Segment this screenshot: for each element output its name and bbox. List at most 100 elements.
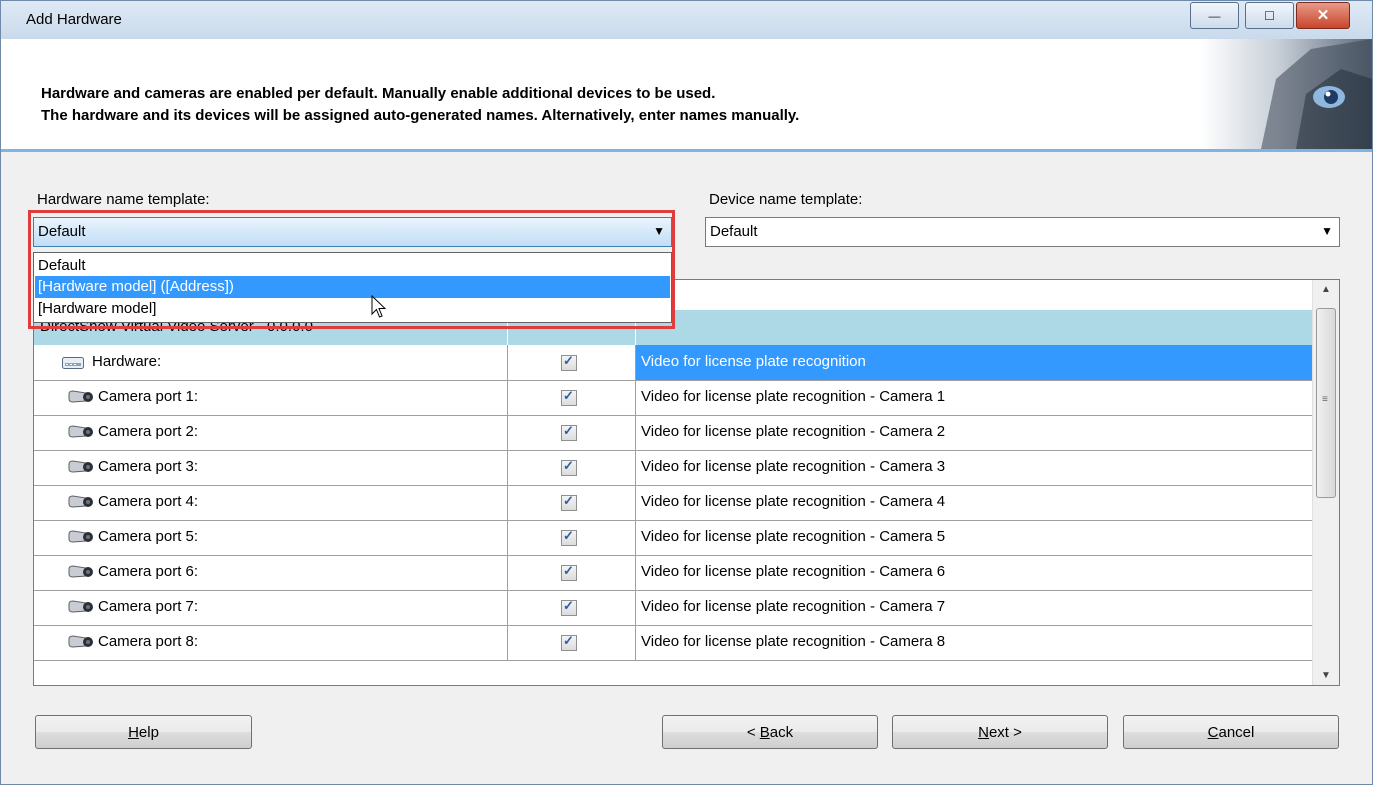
title-bar[interactable]: Add Hardware — ☐ ✕	[1, 1, 1372, 39]
dropdown-option-model[interactable]: [Hardware model]	[35, 298, 670, 320]
hardware-template-select[interactable]: Default ▼	[33, 217, 672, 247]
banner-divider	[1, 149, 1372, 152]
option-label: [Hardware model] ([Address])	[38, 278, 234, 295]
device-name: Video for license plate recognition - Ca…	[641, 458, 946, 475]
checkmark-icon: ✓	[563, 563, 574, 578]
add-hardware-window: Add Hardware — ☐ ✕ Hardware and cameras …	[0, 0, 1373, 785]
maximize-button[interactable]: ☐	[1245, 2, 1294, 29]
minimize-icon: —	[1208, 8, 1221, 23]
camera-icon	[68, 390, 94, 408]
device-name-cell[interactable]: Video for license plate recognition - Ca…	[636, 380, 1312, 415]
device-label-cell: Camera port 6:	[34, 555, 508, 590]
next-button-label: Next >	[978, 723, 1022, 741]
dropdown-arrow-icon: ▼	[653, 224, 665, 238]
dropdown-option-model-address[interactable]: [Hardware model] ([Address])	[35, 276, 670, 298]
device-template-label: Device name template:	[709, 191, 863, 208]
table-row[interactable]: Camera port 4: ✓ Video for license plate r…	[34, 485, 1312, 521]
device-template-select[interactable]: Default ▼	[705, 217, 1340, 247]
scroll-up-icon[interactable]: ▲	[1321, 284, 1331, 295]
close-button[interactable]: ✕	[1296, 2, 1350, 29]
checkmark-icon: ✓	[563, 423, 574, 438]
enabled-checkbox[interactable]: ✓	[561, 493, 577, 511]
device-label: Camera port 6:	[98, 563, 199, 580]
enabled-checkbox[interactable]: ✓	[561, 563, 577, 581]
device-name-cell[interactable]: Video for license plate recognition - Ca…	[636, 520, 1312, 555]
enabled-checkbox[interactable]: ✓	[561, 598, 577, 616]
table-row[interactable]: Hardware: ✓ Video for license plate recogn…	[34, 345, 1312, 381]
wolf-logo-image	[1201, 39, 1372, 149]
hardware-device-grid[interactable]: me DirectShow Virtual Video Server - 0.0…	[33, 279, 1340, 686]
enabled-checkbox[interactable]: ✓	[561, 528, 577, 546]
camera-icon	[68, 600, 94, 618]
dropdown-option-default[interactable]: Default	[35, 255, 670, 277]
banner-line-2: The hardware and its devices will be ass…	[41, 107, 800, 124]
enabled-checkbox[interactable]: ✓	[561, 633, 577, 651]
hardware-icon	[62, 356, 84, 374]
device-template-value: Default	[710, 223, 758, 240]
enabled-checkbox[interactable]: ✓	[561, 458, 577, 476]
checkmark-icon: ✓	[563, 528, 574, 543]
enabled-checkbox[interactable]: ✓	[561, 423, 577, 441]
next-button[interactable]: Next >	[892, 715, 1108, 749]
help-button-label: Help	[128, 723, 159, 741]
device-label: Camera port 5:	[98, 528, 199, 545]
table-row[interactable]: Camera port 6: ✓ Video for license plate r…	[34, 555, 1312, 591]
device-name-cell[interactable]: Video for license plate recognition - Ca…	[636, 555, 1312, 590]
device-name-cell[interactable]: Video for license plate recognition - Ca…	[636, 450, 1312, 485]
device-name-cell[interactable]: Video for license plate recognition - Ca…	[636, 415, 1312, 450]
device-name: Video for license plate recognition - Ca…	[641, 633, 946, 650]
device-name-cell[interactable]: Video for license plate recognition - Ca…	[636, 485, 1312, 520]
table-row[interactable]: Camera port 5: ✓ Video for license plate r…	[34, 520, 1312, 556]
device-name: Video for license plate recognition - Ca…	[641, 563, 946, 580]
back-button[interactable]: < Back	[662, 715, 878, 749]
table-row[interactable]: Camera port 7: ✓ Video for license plate r…	[34, 590, 1312, 626]
vertical-scrollbar[interactable]: ▲ ≡ ▼	[1312, 280, 1339, 685]
minimize-button[interactable]: —	[1190, 2, 1239, 29]
hardware-template-label: Hardware name template:	[37, 191, 210, 208]
table-row[interactable]: Camera port 8: ✓ Video for license plate r…	[34, 625, 1312, 661]
device-label-cell: Hardware:	[34, 345, 508, 380]
device-label: Camera port 8:	[98, 633, 199, 650]
table-row[interactable]: Camera port 3: ✓ Video for license plate r…	[34, 450, 1312, 486]
device-label-cell: Camera port 5:	[34, 520, 508, 555]
camera-icon	[68, 635, 94, 653]
device-label-cell: Camera port 2:	[34, 415, 508, 450]
enabled-cell: ✓	[508, 555, 636, 590]
enabled-cell: ✓	[508, 415, 636, 450]
enabled-cell: ✓	[508, 345, 636, 380]
banner-line-1: Hardware and cameras are enabled per def…	[41, 85, 716, 102]
enabled-cell: ✓	[508, 590, 636, 625]
scroll-down-icon[interactable]: ▼	[1321, 670, 1331, 681]
device-name-cell[interactable]: Video for license plate recognition - Ca…	[636, 625, 1312, 660]
enabled-cell: ✓	[508, 520, 636, 555]
device-label: Camera port 3:	[98, 458, 199, 475]
device-label: Camera port 4:	[98, 493, 199, 510]
device-name: Video for license plate recognition - Ca…	[641, 493, 946, 510]
hardware-template-value: Default	[38, 223, 86, 240]
device-name: Video for license plate recognition - Ca…	[641, 423, 946, 440]
mouse-pointer-icon	[371, 295, 387, 318]
device-name: Video for license plate recognition - Ca…	[641, 598, 946, 615]
device-name-cell[interactable]: Video for license plate recognition - Ca…	[636, 590, 1312, 625]
scroll-thumb[interactable]: ≡	[1316, 308, 1336, 498]
device-label-cell: Camera port 7:	[34, 590, 508, 625]
device-name-cell[interactable]: Video for license plate recognition	[636, 345, 1312, 380]
device-label-cell: Camera port 8:	[34, 625, 508, 660]
device-label: Camera port 1:	[98, 388, 199, 405]
checkmark-icon: ✓	[563, 633, 574, 648]
camera-icon	[68, 495, 94, 513]
help-button[interactable]: Help	[35, 715, 252, 749]
window-title: Add Hardware	[26, 11, 122, 28]
camera-icon	[68, 565, 94, 583]
device-label: Camera port 7:	[98, 598, 199, 615]
instruction-banner: Hardware and cameras are enabled per def…	[1, 39, 1372, 149]
enabled-checkbox[interactable]: ✓	[561, 353, 577, 371]
back-button-label: < Back	[746, 723, 794, 741]
table-row[interactable]: Camera port 1: ✓ Video for license plate r…	[34, 380, 1312, 416]
device-name: Video for license plate recognition	[641, 353, 866, 370]
enabled-checkbox[interactable]: ✓	[561, 388, 577, 406]
table-row[interactable]: Camera port 2: ✓ Video for license plate r…	[34, 415, 1312, 451]
device-name: Video for license plate recognition - Ca…	[641, 528, 946, 545]
cancel-button-label: Cancel	[1207, 723, 1255, 741]
cancel-button[interactable]: Cancel	[1123, 715, 1339, 749]
